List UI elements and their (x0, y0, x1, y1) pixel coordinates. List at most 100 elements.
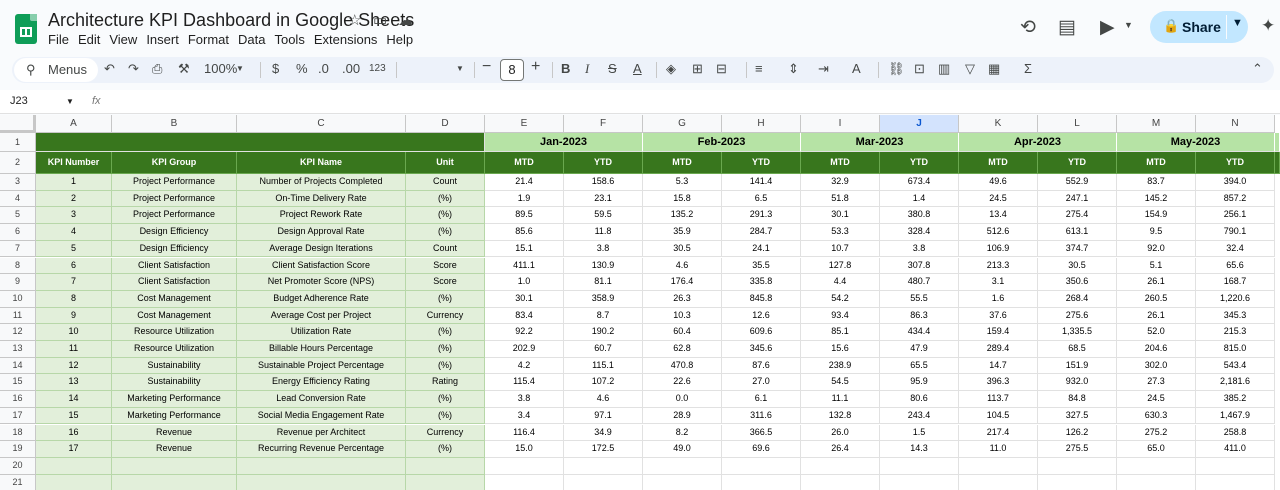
table-cell[interactable]: 213.3 (959, 257, 1038, 275)
table-cell[interactable]: 4.2 (485, 357, 564, 375)
table-cell[interactable]: 54.5 (801, 374, 880, 392)
table-cell[interactable]: Revenue (112, 441, 237, 458)
text-rotation-icon[interactable]: A (852, 61, 861, 76)
column-header-h[interactable]: H (722, 115, 801, 133)
currency-button[interactable]: $ (272, 61, 279, 76)
table-cell[interactable]: 1.5 (880, 424, 959, 442)
menu-data[interactable]: Data (238, 32, 265, 47)
menu-view[interactable]: View (109, 32, 137, 47)
table-cell[interactable]: 411.0 (1196, 441, 1275, 458)
table-cell[interactable]: Marketing Performance (112, 391, 237, 408)
table-cell[interactable]: 37.6 (959, 307, 1038, 325)
vertical-align-icon[interactable]: ⇕ (788, 61, 799, 77)
table-cell[interactable]: 335.8 (722, 274, 801, 291)
row-header[interactable]: 1 (0, 133, 36, 152)
bold-icon[interactable]: B (561, 61, 570, 76)
filter-views-icon[interactable]: ▦ (988, 61, 1000, 77)
table-cell[interactable]: 4.4 (801, 274, 880, 291)
table-cell[interactable]: 3.8 (485, 391, 564, 408)
table-cell[interactable]: Budget Adherence Rate (237, 290, 406, 308)
table-cell[interactable]: 26.1 (1117, 274, 1196, 291)
select-all-corner[interactable] (0, 115, 36, 133)
column-title[interactable]: YTD (1196, 152, 1275, 174)
column-header-d[interactable]: D (406, 115, 485, 133)
italic-icon[interactable]: I (585, 61, 589, 77)
table-cell[interactable]: 275.4 (1038, 207, 1117, 225)
table-cell[interactable]: 366.5 (722, 424, 801, 442)
zoom-select[interactable]: 100% (204, 61, 237, 76)
row-header[interactable]: 20 (0, 457, 36, 475)
table-cell[interactable]: 84.8 (1038, 391, 1117, 408)
redo-icon[interactable]: ↷ (128, 61, 139, 77)
cloud-status-icon[interactable]: ☁ (398, 11, 413, 29)
table-cell[interactable]: (%) (406, 324, 485, 341)
table-cell[interactable]: 217.4 (959, 424, 1038, 442)
row-header[interactable]: 11 (0, 307, 36, 325)
table-cell[interactable]: 275.2 (1117, 424, 1196, 442)
gemini-spark-icon[interactable]: ✦ (1261, 16, 1275, 36)
table-cell[interactable]: Rating (406, 374, 485, 392)
table-cell[interactable]: 34.9 (564, 424, 643, 442)
table-cell[interactable]: 857.2 (1196, 190, 1275, 208)
empty-cell[interactable] (801, 457, 880, 475)
month-header[interactable]: Mar-2023 (801, 133, 959, 152)
merge-cells-icon[interactable]: ⊟ (716, 61, 727, 77)
empty-cell[interactable] (643, 457, 722, 475)
table-cell[interactable]: 116.4 (485, 424, 564, 442)
row-header[interactable]: 7 (0, 240, 36, 258)
table-cell[interactable]: 6.5 (722, 190, 801, 208)
table-cell[interactable]: 11.1 (801, 391, 880, 408)
row-header[interactable]: 13 (0, 341, 36, 358)
insert-chart-icon[interactable]: ▥ (938, 61, 950, 77)
table-cell[interactable]: 345.3 (1196, 307, 1275, 325)
table-cell[interactable]: 32.9 (801, 174, 880, 191)
table-cell[interactable]: Score (406, 274, 485, 291)
table-cell[interactable]: 202.9 (485, 341, 564, 358)
table-cell[interactable]: Design Efficiency (112, 224, 237, 241)
column-header-m[interactable]: M (1117, 115, 1196, 133)
month-header[interactable]: Feb-2023 (643, 133, 801, 152)
table-cell[interactable]: 172.5 (564, 441, 643, 458)
row-header[interactable]: 14 (0, 357, 36, 375)
table-cell[interactable]: 12.6 (722, 307, 801, 325)
table-cell[interactable]: 302.0 (1117, 357, 1196, 375)
chevron-down-icon[interactable]: ▼ (1124, 20, 1133, 30)
table-cell[interactable]: 204.6 (1117, 341, 1196, 358)
table-cell[interactable]: 17 (36, 441, 112, 458)
empty-cell[interactable] (406, 457, 485, 475)
table-cell[interactable]: 9.5 (1117, 224, 1196, 241)
table-cell[interactable]: 127.8 (801, 257, 880, 275)
table-cell[interactable]: 26.4 (801, 441, 880, 458)
menu-tools[interactable]: Tools (274, 32, 304, 47)
table-cell[interactable]: 256.1 (1196, 207, 1275, 225)
empty-cell[interactable] (1038, 457, 1117, 475)
table-cell[interactable]: 243.4 (880, 407, 959, 425)
strikethrough-icon[interactable]: S (608, 61, 617, 76)
title-band[interactable] (36, 133, 485, 152)
table-cell[interactable]: 6 (36, 257, 112, 275)
table-cell[interactable]: 9 (36, 307, 112, 325)
column-header-j[interactable]: J (880, 115, 959, 133)
move-folder-icon[interactable]: ▭ (373, 11, 387, 29)
table-cell[interactable]: Lead Conversion Rate (237, 391, 406, 408)
table-cell[interactable]: 159.4 (959, 324, 1038, 341)
table-cell[interactable]: 26.0 (801, 424, 880, 442)
table-cell[interactable]: 15.6 (801, 341, 880, 358)
table-cell[interactable]: 97.1 (564, 407, 643, 425)
table-cell[interactable]: 307.8 (880, 257, 959, 275)
menu-file[interactable]: File (48, 32, 69, 47)
row-header[interactable]: 12 (0, 324, 36, 341)
table-cell[interactable]: (%) (406, 391, 485, 408)
print-icon[interactable]: ⎙ (152, 61, 162, 77)
table-cell[interactable]: 60.7 (564, 341, 643, 358)
table-cell[interactable]: 53.3 (801, 224, 880, 241)
table-cell[interactable]: 6.1 (722, 391, 801, 408)
row-header[interactable]: 9 (0, 274, 36, 291)
table-cell[interactable]: 52.0 (1117, 324, 1196, 341)
column-title[interactable]: MTD (1117, 152, 1196, 174)
collapse-toolbar-icon[interactable]: ⌃ (1252, 61, 1263, 77)
table-cell[interactable]: 26.1 (1117, 307, 1196, 325)
borders-icon[interactable]: ⊞ (692, 61, 703, 77)
table-cell[interactable]: 23.1 (564, 190, 643, 208)
table-cell[interactable]: 13.4 (959, 207, 1038, 225)
